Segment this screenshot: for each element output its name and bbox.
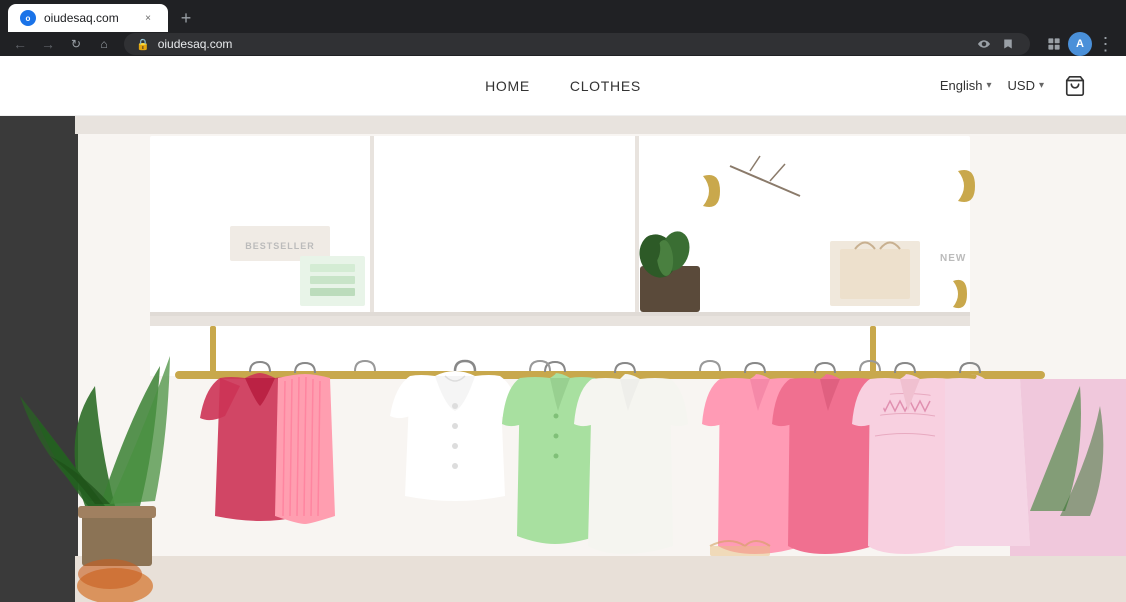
address-bar-icons bbox=[974, 34, 1018, 54]
language-chevron-icon: ▾ bbox=[986, 80, 991, 91]
store-scene: BESTSELLER bbox=[0, 116, 1126, 602]
tab-title: oiudesaq.com bbox=[44, 11, 132, 25]
tabs-bar: o oiudesaq.com × + bbox=[0, 0, 1126, 32]
nav-right: English ▾ USD ▾ bbox=[641, 75, 1086, 97]
bookmark-icon[interactable] bbox=[998, 34, 1018, 54]
currency-selector[interactable]: USD ▾ bbox=[1008, 78, 1044, 93]
active-tab[interactable]: o oiudesaq.com × bbox=[8, 4, 168, 32]
reload-button[interactable]: ↻ bbox=[64, 32, 88, 56]
new-tab-button[interactable]: + bbox=[172, 4, 200, 32]
currency-chevron-icon: ▾ bbox=[1039, 80, 1044, 91]
profile-button[interactable]: A bbox=[1068, 32, 1092, 56]
nav-center: HOME CLOTHES bbox=[485, 78, 641, 94]
tab-favicon: o bbox=[20, 10, 36, 26]
nav-clothes-link[interactable]: CLOTHES bbox=[570, 78, 641, 94]
cart-button[interactable] bbox=[1064, 75, 1086, 97]
store-illustration: BESTSELLER bbox=[0, 116, 1126, 602]
svg-text:BESTSELLER: BESTSELLER bbox=[245, 241, 315, 251]
language-label: English bbox=[940, 78, 983, 93]
toolbar-right: A ⋮ bbox=[1042, 32, 1118, 56]
eye-icon[interactable] bbox=[974, 34, 994, 54]
address-text: oiudesaq.com bbox=[158, 37, 966, 51]
address-bar[interactable]: 🔒 oiudesaq.com bbox=[124, 33, 1030, 55]
language-selector[interactable]: English ▾ bbox=[940, 78, 992, 93]
home-button[interactable]: ⌂ bbox=[92, 32, 116, 56]
forward-button[interactable]: → bbox=[36, 32, 60, 56]
browser-chrome: o oiudesaq.com × + ← → ↻ ⌂ 🔒 oiudesaq.co… bbox=[0, 0, 1126, 56]
nav-home-link[interactable]: HOME bbox=[485, 78, 530, 94]
currency-label: USD bbox=[1008, 78, 1035, 93]
extensions-button[interactable] bbox=[1042, 32, 1066, 56]
back-button[interactable]: ← bbox=[8, 32, 32, 56]
lock-icon: 🔒 bbox=[136, 38, 150, 51]
tab-close-button[interactable]: × bbox=[140, 10, 156, 26]
navbar: HOME CLOTHES English ▾ USD ▾ bbox=[0, 56, 1126, 116]
svg-text:NEW: NEW bbox=[940, 253, 966, 264]
menu-button[interactable]: ⋮ bbox=[1094, 32, 1118, 56]
hero-section: BESTSELLER bbox=[0, 116, 1126, 602]
website: HOME CLOTHES English ▾ USD ▾ bbox=[0, 56, 1126, 602]
browser-toolbar: ← → ↻ ⌂ 🔒 oiudesaq.com A ⋮ bbox=[0, 32, 1126, 56]
